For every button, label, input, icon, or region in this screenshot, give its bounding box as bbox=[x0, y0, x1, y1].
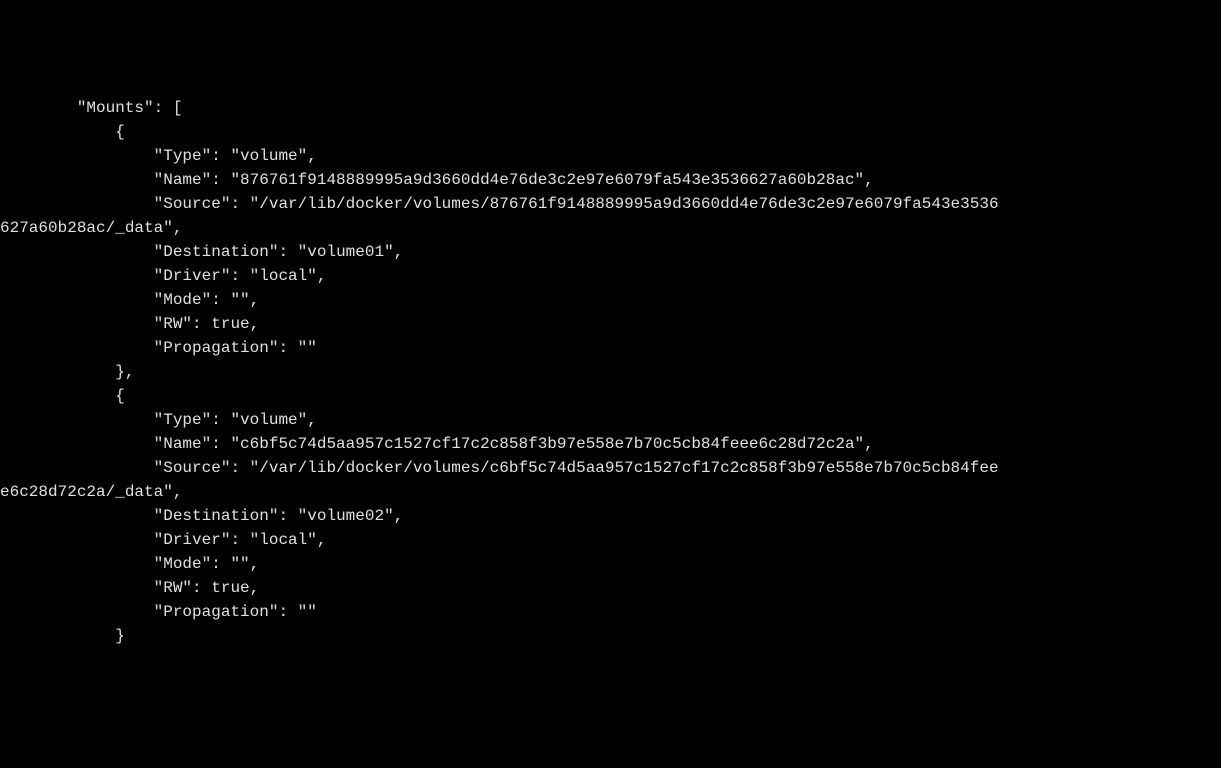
terminal-output[interactable]: "Mounts": [ { "Type": "volume", "Name": … bbox=[0, 96, 1221, 648]
json-line: "Name": "c6bf5c74d5aa957c1527cf17c2c858f… bbox=[0, 435, 874, 453]
json-line: "Destination": "volume01", bbox=[0, 243, 403, 261]
json-line: }, bbox=[0, 363, 134, 381]
json-line: "Propagation": "" bbox=[0, 339, 317, 357]
json-line-wrap: 627a60b28ac/_data", bbox=[0, 219, 182, 237]
json-line: } bbox=[0, 627, 125, 645]
json-line: "Name": "876761f9148889995a9d3660dd4e76d… bbox=[0, 171, 874, 189]
json-line: "Type": "volume", bbox=[0, 411, 317, 429]
json-line: "RW": true, bbox=[0, 579, 259, 597]
json-line: "Type": "volume", bbox=[0, 147, 317, 165]
json-line: { bbox=[0, 387, 125, 405]
json-line: "Driver": "local", bbox=[0, 267, 326, 285]
json-line: "Driver": "local", bbox=[0, 531, 326, 549]
json-line-wrap: e6c28d72c2a/_data", bbox=[0, 483, 182, 501]
json-line: "Source": "/var/lib/docker/volumes/c6bf5… bbox=[0, 459, 999, 477]
json-line: "Destination": "volume02", bbox=[0, 507, 403, 525]
json-line: { bbox=[0, 123, 125, 141]
json-line: "RW": true, bbox=[0, 315, 259, 333]
json-line: "Source": "/var/lib/docker/volumes/87676… bbox=[0, 195, 999, 213]
json-line: "Mounts": [ bbox=[0, 99, 182, 117]
json-line: "Mode": "", bbox=[0, 555, 259, 573]
json-line: "Propagation": "" bbox=[0, 603, 317, 621]
json-line: "Mode": "", bbox=[0, 291, 259, 309]
